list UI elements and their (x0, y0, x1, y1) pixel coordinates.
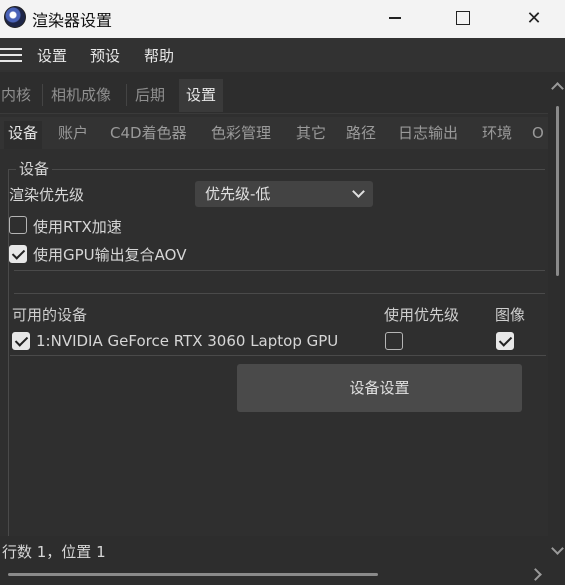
tab-post[interactable]: 后期 (128, 79, 172, 112)
subtab-color-management[interactable]: 色彩管理 (211, 121, 271, 149)
tab-divider (126, 84, 127, 106)
use-priority-header: 使用优先级 (384, 306, 460, 324)
close-button[interactable]: ✕ (511, 0, 557, 36)
cinema4d-app-icon (4, 6, 26, 28)
subtab-other[interactable]: 其它 (296, 121, 326, 149)
horizontal-scrollbar[interactable] (0, 566, 550, 585)
device-group-title: 设备 (16, 158, 53, 179)
render-priority-value: 优先级-低 (205, 185, 271, 203)
minimize-button[interactable] (372, 0, 418, 36)
device-name: 1:NVIDIA GeForce RTX 3060 Laptop GPU (36, 332, 339, 350)
menu-settings[interactable]: 设置 (37, 45, 67, 66)
gpu-aov-label: 使用GPU输出复合AOV (33, 246, 187, 264)
hamburger-menu-icon[interactable] (0, 48, 22, 64)
scroll-right-icon[interactable] (529, 568, 542, 581)
chevron-down-icon (352, 185, 365, 198)
table-bottom-border (10, 355, 546, 356)
table-row: 1:NVIDIA GeForce RTX 3060 Laptop GPU (10, 328, 546, 356)
render-priority-label: 渲染优先级 (9, 186, 85, 204)
subtab-paths[interactable]: 路径 (346, 121, 376, 149)
subtab-log-output[interactable]: 日志输出 (398, 121, 458, 149)
device-enabled-checkbox[interactable] (12, 332, 30, 350)
subtab-environment[interactable]: 环境 (482, 121, 512, 149)
rtx-checkbox[interactable] (9, 216, 27, 234)
tab-settings[interactable]: 设置 (179, 79, 224, 112)
top-tabs: 内核 相机成像 后期 设置 (0, 76, 548, 112)
divider (14, 293, 545, 294)
subtab-overflow[interactable]: O (532, 121, 544, 149)
horizontal-scroll-thumb[interactable] (8, 573, 378, 576)
tab-camera-imager[interactable]: 相机成像 (44, 79, 118, 112)
gpu-aov-checkbox[interactable] (9, 245, 27, 263)
device-priority-checkbox[interactable] (385, 332, 403, 350)
maximize-icon (456, 11, 470, 25)
menu-presets[interactable]: 预设 (90, 45, 120, 66)
close-icon: ✕ (526, 7, 542, 29)
tab-kernel[interactable]: 内核 (0, 79, 38, 112)
tab-divider (42, 84, 43, 106)
available-devices-header: 可用的设备 (12, 306, 88, 324)
divider (14, 270, 545, 271)
group-border (8, 169, 545, 170)
vertical-scroll-thumb[interactable] (556, 106, 559, 276)
scroll-down-icon[interactable] (551, 542, 564, 555)
subtab-devices[interactable]: 设备 (4, 121, 43, 149)
menu-help[interactable]: 帮助 (144, 45, 174, 66)
device-image-checkbox[interactable] (496, 332, 514, 350)
subtab-c4d-shaders[interactable]: C4D着色器 (110, 121, 187, 149)
subtab-account[interactable]: 账户 (58, 121, 88, 149)
status-bar: 行数 1，位置 1 (0, 536, 548, 564)
window-titlebar: 渲染器设置 ✕ (0, 0, 565, 38)
device-settings-button[interactable]: 设备设置 (237, 364, 522, 412)
status-text: 行数 1，位置 1 (2, 543, 106, 561)
rtx-label: 使用RTX加速 (33, 218, 122, 236)
minimize-icon (389, 17, 401, 19)
menubar: 设置 预设 帮助 (0, 38, 565, 72)
maximize-button[interactable] (440, 0, 486, 36)
vertical-scrollbar[interactable] (550, 76, 565, 564)
scroll-up-icon[interactable] (551, 82, 564, 95)
image-header: 图像 (495, 306, 526, 324)
render-priority-select[interactable]: 优先级-低 (195, 181, 373, 207)
window-title: 渲染器设置 (32, 11, 113, 30)
